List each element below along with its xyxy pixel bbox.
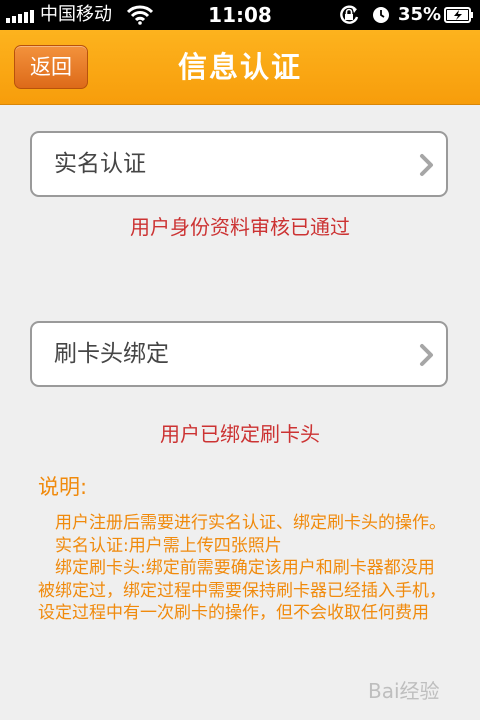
battery-charging-icon [444,7,473,23]
instructions-paragraph: 用户注册后需要进行实名认证、绑定刷卡头的操作。 [38,513,446,533]
instructions-heading: 说明: [38,475,88,499]
card-reader-binding-label: 刷卡头绑定 [54,341,169,367]
watermark-text: Bai经验 [368,679,440,703]
baidu-jingyan-watermark: Bai经验 [368,676,476,712]
card-reader-binding-cell[interactable]: 刷卡头绑定 [30,321,448,387]
real-name-verification-cell[interactable]: 实名认证 [30,131,448,197]
status-bar: 中国移动 11:08 35% [0,0,480,30]
instructions-paragraph: 绑定刷卡头:绑定前需要确定该用户和刷卡器都没用被绑定过，绑定过程中需要保持刷卡器… [38,558,446,624]
real-name-verification-label: 实名认证 [54,151,146,177]
back-button[interactable]: 返回 [14,45,88,89]
verification-status: 用户身份资料审核已通过 [130,215,350,239]
alarm-clock-icon [373,7,389,23]
rotation-lock-icon [340,5,359,24]
chevron-right-icon [420,344,433,366]
instructions-paragraph: 实名认证:用户需上传四张照片 [38,535,282,556]
chevron-right-icon [420,154,433,176]
navigation-bar: 信息认证 返回 [0,30,480,105]
binding-status: 用户已绑定刷卡头 [160,422,320,446]
battery-percentage: 35% [398,4,442,25]
instructions-body: 用户注册后需要进行实名认证、绑定刷卡头的操作。 实名认证:用户需上传四张照片 绑… [38,512,448,625]
instructions-section: 说明: 用户注册后需要进行实名认证、绑定刷卡头的操作。 实名认证:用户需上传四张… [38,472,448,625]
